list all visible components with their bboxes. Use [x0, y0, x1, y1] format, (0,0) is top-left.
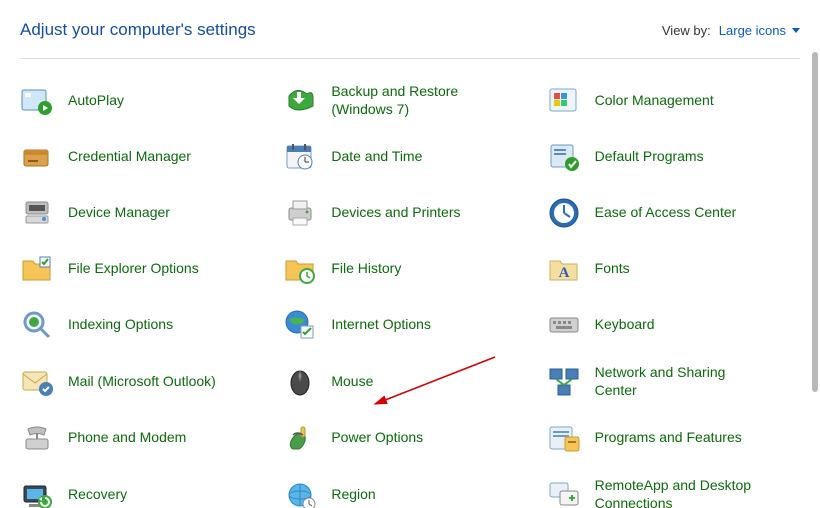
control-panel-item-internet-options[interactable]: Internet Options: [283, 306, 536, 344]
control-panel-item-fonts[interactable]: A Fonts: [547, 250, 800, 288]
control-panel-item-ease-of-access[interactable]: Ease of Access Center: [547, 194, 800, 232]
control-panel-item-autoplay[interactable]: AutoPlay: [20, 81, 273, 120]
internet-icon: [283, 308, 317, 342]
view-by-dropdown[interactable]: Large icons: [719, 23, 800, 38]
view-by-label: View by:: [662, 23, 711, 38]
file-history-icon: [283, 252, 317, 286]
item-label: Network and Sharing Center: [595, 364, 765, 399]
device-manager-icon: [20, 196, 54, 230]
folder-options-icon: [20, 252, 54, 286]
control-panel-item-date-time[interactable]: Date and Time: [283, 138, 536, 176]
control-panel-item-power-options[interactable]: Power Options: [283, 419, 536, 457]
network-icon: [547, 365, 581, 399]
remoteapp-icon: [547, 478, 581, 508]
credential-icon: [20, 140, 54, 174]
control-panel-item-backup-restore[interactable]: Backup and Restore (Windows 7): [283, 81, 536, 120]
view-by: View by: Large icons: [662, 23, 800, 38]
item-label: Date and Time: [331, 148, 422, 166]
control-panel-item-file-explorer-options[interactable]: File Explorer Options: [20, 250, 273, 288]
item-label: Color Management: [595, 92, 714, 110]
control-panel-item-device-manager[interactable]: Device Manager: [20, 194, 273, 232]
header: Adjust your computer's settings View by:…: [20, 20, 800, 59]
default-programs-icon: [547, 140, 581, 174]
control-panel-item-recovery[interactable]: Recovery: [20, 475, 273, 508]
indexing-icon: [20, 308, 54, 342]
item-label: Mail (Microsoft Outlook): [68, 373, 216, 391]
backup-icon: [283, 84, 317, 118]
scrollbar-thumb[interactable]: [812, 52, 818, 392]
control-panel-item-phone-modem[interactable]: Phone and Modem: [20, 419, 273, 457]
item-label: Ease of Access Center: [595, 204, 737, 222]
programs-icon: [547, 421, 581, 455]
item-label: Devices and Printers: [331, 204, 460, 222]
mail-icon: [20, 365, 54, 399]
page-title: Adjust your computer's settings: [20, 20, 256, 40]
fonts-icon: A: [547, 252, 581, 286]
control-panel-item-remoteapp[interactable]: RemoteApp and Desktop Connections: [547, 475, 800, 508]
color-icon: [547, 84, 581, 118]
control-panel-item-mail[interactable]: Mail (Microsoft Outlook): [20, 362, 273, 401]
item-label: Fonts: [595, 260, 630, 278]
item-label: Backup and Restore (Windows 7): [331, 83, 501, 118]
phone-icon: [20, 421, 54, 455]
item-label: Indexing Options: [68, 316, 173, 334]
item-label: Mouse: [331, 373, 373, 391]
region-icon: [283, 478, 317, 508]
control-panel-item-devices-printers[interactable]: Devices and Printers: [283, 194, 536, 232]
svg-text:A: A: [558, 265, 569, 281]
item-label: Internet Options: [331, 316, 431, 334]
item-label: Recovery: [68, 486, 127, 504]
item-label: Default Programs: [595, 148, 704, 166]
item-label: Programs and Features: [595, 429, 742, 447]
control-panel-item-credential-manager[interactable]: Credential Manager: [20, 138, 273, 176]
control-panel-item-mouse[interactable]: Mouse: [283, 362, 536, 401]
item-label: AutoPlay: [68, 92, 124, 110]
control-panel-item-programs-features[interactable]: Programs and Features: [547, 419, 800, 457]
item-label: File History: [331, 260, 401, 278]
items-grid: AutoPlay Backup and Restore (Windows 7) …: [20, 81, 800, 508]
item-label: Power Options: [331, 429, 423, 447]
item-label: Credential Manager: [68, 148, 191, 166]
control-panel-item-region[interactable]: Region: [283, 475, 536, 508]
autoplay-icon: [20, 84, 54, 118]
control-panel-item-keyboard[interactable]: Keyboard: [547, 306, 800, 344]
recovery-icon: [20, 478, 54, 508]
mouse-icon: [283, 365, 317, 399]
ease-icon: [547, 196, 581, 230]
item-label: Region: [331, 486, 375, 504]
item-label: Phone and Modem: [68, 429, 186, 447]
item-label: RemoteApp and Desktop Connections: [595, 477, 765, 508]
datetime-icon: [283, 140, 317, 174]
power-icon: [283, 421, 317, 455]
keyboard-icon: [547, 308, 581, 342]
control-panel-item-network-sharing[interactable]: Network and Sharing Center: [547, 362, 800, 401]
control-panel-item-indexing-options[interactable]: Indexing Options: [20, 306, 273, 344]
item-label: Device Manager: [68, 204, 170, 222]
control-panel-container: Adjust your computer's settings View by:…: [0, 0, 820, 508]
control-panel-item-color-management[interactable]: Color Management: [547, 81, 800, 120]
item-label: File Explorer Options: [68, 260, 199, 278]
printers-icon: [283, 196, 317, 230]
control-panel-item-default-programs[interactable]: Default Programs: [547, 138, 800, 176]
control-panel-item-file-history[interactable]: File History: [283, 250, 536, 288]
item-label: Keyboard: [595, 316, 655, 334]
